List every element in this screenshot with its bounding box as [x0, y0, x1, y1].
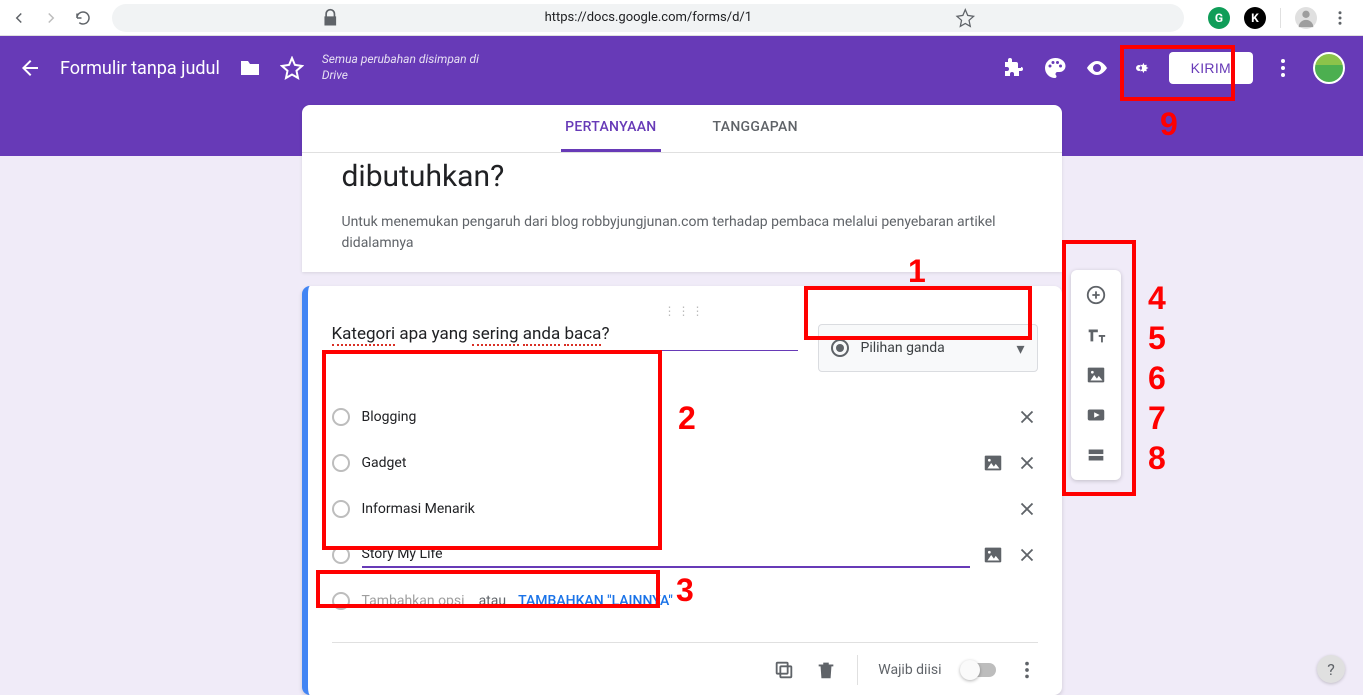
question-footer: Wajib diisi — [332, 642, 1038, 685]
option-remove-icon[interactable] — [1016, 498, 1038, 520]
add-other-button[interactable]: TAMBAHKAN "LAINNYA" — [518, 593, 673, 609]
reload-button[interactable] — [74, 9, 92, 27]
add-question-icon[interactable] — [1085, 284, 1107, 306]
add-image-icon[interactable] — [1085, 364, 1107, 386]
extension-icons: G K — [1204, 7, 1353, 29]
form-description[interactable]: Untuk menemukan pengaruh dari blog robby… — [342, 212, 1022, 254]
add-option-row: Tambahkan opsi atau TAMBAHKAN "LAINNYA" — [332, 578, 1038, 624]
question-type-label: Pilihan ganda — [861, 340, 1005, 356]
question-more-icon[interactable] — [1016, 659, 1038, 681]
lock-icon — [124, 8, 537, 28]
browser-menu-icon[interactable] — [1331, 9, 1349, 27]
folder-icon[interactable] — [238, 56, 262, 80]
options-list: Blogging Gadget Informasi Menarik Story My … — [332, 394, 1038, 578]
required-toggle[interactable] — [962, 663, 996, 677]
app-header: Formulir tanpa judul Semua perubahan dis… — [0, 36, 1363, 100]
tab-questions[interactable]: PERTANYAAN — [561, 105, 660, 152]
form-title[interactable]: dibutuhkan? — [342, 159, 1022, 194]
ext-k-icon[interactable]: K — [1244, 7, 1266, 29]
option-remove-icon[interactable] — [1016, 406, 1038, 428]
url-text: https://docs.google.com/forms/d/17zuriDX… — [545, 10, 752, 25]
profile-icon[interactable] — [1295, 7, 1317, 29]
tab-responses[interactable]: TANGGAPAN — [709, 105, 802, 152]
browser-chrome: https://docs.google.com/forms/d/17zuriDX… — [0, 0, 1363, 36]
preview-icon[interactable] — [1085, 56, 1109, 80]
option-row: Gadget — [332, 440, 1038, 486]
star-outline-icon[interactable] — [280, 56, 304, 80]
settings-icon[interactable] — [1127, 56, 1151, 80]
radio-empty-icon — [332, 408, 350, 426]
option-text-input[interactable]: Gadget — [362, 451, 970, 475]
tab-bar: PERTANYAAN TANGGAPAN — [302, 105, 1062, 153]
option-image-icon[interactable] — [982, 544, 1004, 566]
add-option-separator: atau — [479, 593, 507, 609]
account-avatar[interactable] — [1313, 52, 1345, 84]
option-row: Story My Life — [332, 532, 1038, 578]
radio-empty-icon — [332, 592, 350, 610]
back-arrow-icon[interactable] — [18, 56, 42, 80]
option-image-icon[interactable] — [982, 452, 1004, 474]
delete-icon[interactable] — [815, 659, 837, 681]
palette-icon[interactable] — [1043, 56, 1067, 80]
option-row: Informasi Menarik — [332, 486, 1038, 532]
grammarly-icon[interactable]: G — [1208, 7, 1230, 29]
save-status: Semua perubahan disimpan di Drive — [322, 52, 492, 83]
send-button[interactable]: KIRIM — [1169, 52, 1253, 84]
addons-icon[interactable] — [1001, 56, 1025, 80]
option-text-input[interactable]: Informasi Menarik — [362, 497, 1004, 521]
document-title[interactable]: Formulir tanpa judul — [60, 58, 220, 79]
question-type-selector[interactable]: Pilihan ganda ▾ — [818, 324, 1038, 372]
form-header-card: PERTANYAAN TANGGAPAN dibutuhkan? Untuk m… — [302, 105, 1062, 272]
url-bar[interactable]: https://docs.google.com/forms/d/17zuriDX… — [112, 4, 1184, 32]
option-remove-icon[interactable] — [1016, 544, 1038, 566]
forward-button[interactable] — [42, 9, 60, 27]
star-icon[interactable] — [759, 8, 1172, 28]
add-video-icon[interactable] — [1085, 404, 1107, 426]
add-option-placeholder[interactable]: Tambahkan opsi — [362, 593, 465, 609]
radio-empty-icon — [332, 546, 350, 564]
option-text-input[interactable]: Story My Life — [362, 542, 970, 568]
required-label: Wajib diisi — [878, 662, 941, 678]
question-title-input[interactable]: Kategori apa yang sering anda baca? — [332, 324, 798, 351]
back-button[interactable] — [10, 9, 28, 27]
radio-empty-icon — [332, 454, 350, 472]
option-text-input[interactable]: Blogging — [362, 405, 1004, 429]
add-section-icon[interactable] — [1085, 444, 1107, 466]
radio-empty-icon — [332, 500, 350, 518]
option-row: Blogging — [332, 394, 1038, 440]
drag-handle-icon[interactable]: ⋮⋮⋮ — [332, 304, 1038, 318]
side-toolbar — [1071, 270, 1121, 480]
add-title-icon[interactable] — [1085, 324, 1107, 346]
radio-icon — [831, 339, 849, 357]
option-remove-icon[interactable] — [1016, 452, 1038, 474]
divider — [857, 655, 858, 685]
caret-down-icon: ▾ — [1016, 339, 1024, 358]
divider — [1280, 8, 1281, 28]
duplicate-icon[interactable] — [773, 659, 795, 681]
question-card: ⋮⋮⋮ Kategori apa yang sering anda baca? … — [302, 286, 1062, 695]
more-menu-icon[interactable] — [1271, 56, 1295, 80]
